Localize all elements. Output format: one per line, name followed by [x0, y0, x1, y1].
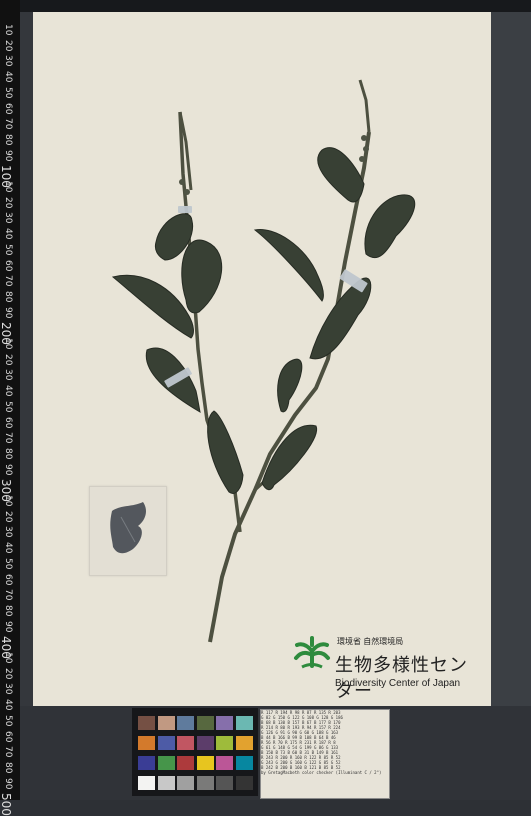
color-swatch — [235, 756, 253, 770]
ruler-mark: 90 — [3, 777, 13, 790]
ruler-mark: 80 — [3, 133, 13, 146]
color-swatch — [235, 736, 253, 750]
color-swatch — [138, 716, 155, 730]
ruler-mark: 90 — [3, 306, 13, 319]
ruler-mark: 20 — [3, 196, 13, 209]
leaf-top-right — [317, 147, 365, 203]
ruler-mark: 60 — [3, 730, 13, 742]
ruler-mark: 10 — [3, 338, 13, 350]
ruler-mark: 90 — [3, 149, 13, 162]
color-swatch — [157, 776, 175, 790]
color-checker — [132, 708, 258, 796]
color-swatch — [216, 776, 233, 790]
ruler-mark: 90 — [3, 463, 13, 476]
ruler-mark: 20 — [3, 510, 13, 523]
ruler-mark: 40 — [3, 542, 13, 554]
ruler-mark: 60 — [3, 102, 13, 114]
color-swatch — [177, 736, 194, 750]
color-swatch — [196, 776, 214, 790]
plant-specimen — [111, 79, 416, 643]
leaf-upper-right — [364, 194, 416, 259]
ruler-mark: 40 — [3, 699, 13, 711]
ruler-mark: 50 — [3, 400, 13, 413]
ruler-mark: 70 — [3, 746, 13, 758]
ruler-mark: 40 — [3, 385, 13, 397]
institution-logo: 環境省 自然環境局 生物多様性センター Biodiversity Center … — [292, 633, 482, 702]
ruler-mark: 10 — [3, 652, 13, 664]
institution-english: Biodiversity Center of Japan — [335, 678, 461, 689]
color-swatch — [138, 736, 155, 750]
right-margin-panel — [491, 12, 531, 706]
leaf-left-wide — [181, 239, 223, 314]
ruler-mark: 20 — [3, 667, 13, 680]
color-swatch — [196, 716, 214, 730]
ruler-mark: 50 — [3, 243, 13, 256]
institution-main: 生物多様性センター — [335, 655, 468, 702]
color-swatch — [196, 756, 214, 770]
ruler-mark: 10 — [3, 495, 13, 507]
ruler-mark: 20 — [3, 39, 13, 52]
ruler-mark: 40 — [3, 228, 13, 240]
color-swatch — [216, 736, 233, 750]
leaf-left-long — [111, 274, 194, 339]
ruler-mark: 70 — [3, 432, 13, 444]
ruler-mark: 20 — [3, 353, 13, 366]
ruler-mark: 10 — [3, 181, 13, 193]
ruler-mark: 30 — [3, 55, 13, 67]
institution-small: 環境省 自然環境局 — [337, 637, 404, 646]
ruler-mark: 70 — [3, 118, 13, 130]
color-swatch — [157, 756, 175, 770]
ruler-mark: 40 — [3, 71, 13, 83]
leaf-upper-middle — [253, 229, 324, 302]
color-data-card: R 117 R 194 R 98 R 87 R 135 R 203 G 82 G … — [260, 709, 390, 799]
ruler-mark: 80 — [3, 761, 13, 774]
ruler-mark: 50 — [3, 86, 13, 99]
color-swatch — [177, 756, 194, 770]
ruler-mark: 80 — [3, 290, 13, 303]
ruler-mark: 80 — [3, 447, 13, 460]
card-footer: by GretagMacbeth color checker (Illumina… — [261, 770, 382, 775]
ruler-mark: 70 — [3, 275, 13, 287]
color-swatch — [235, 716, 253, 730]
ruler-mark: 60 — [3, 259, 13, 271]
color-swatch — [177, 776, 194, 790]
color-swatch — [216, 716, 233, 730]
leaf-lower-left — [207, 410, 244, 494]
ruler-mark: 60 — [3, 573, 13, 585]
color-swatch — [216, 756, 233, 770]
color-swatch — [157, 716, 175, 730]
color-swatch — [235, 776, 253, 790]
ruler-mark: 80 — [3, 604, 13, 617]
ruler-mark: 30 — [3, 526, 13, 538]
top-ruler — [0, 0, 531, 12]
ruler-mark: 30 — [3, 683, 13, 695]
ruler-mark: 60 — [3, 416, 13, 428]
color-swatch — [138, 756, 155, 770]
color-swatch — [138, 776, 155, 790]
ruler-mark: 30 — [3, 212, 13, 224]
leaf-center-small — [277, 358, 303, 413]
ruler-mark: 70 — [3, 589, 13, 601]
right-spike — [358, 79, 371, 133]
plant-logo-icon — [294, 636, 330, 669]
color-swatch — [177, 716, 194, 730]
ruler-mark: 10 — [3, 24, 13, 36]
color-swatch — [196, 736, 214, 750]
ruler-mark: 50 — [3, 557, 13, 570]
color-swatch — [157, 736, 175, 750]
ruler-mark: 50 — [3, 714, 13, 727]
ruler-mark: 90 — [3, 620, 13, 633]
ruler-mark: 30 — [3, 369, 13, 381]
ruler-mark: 500 — [0, 793, 13, 816]
